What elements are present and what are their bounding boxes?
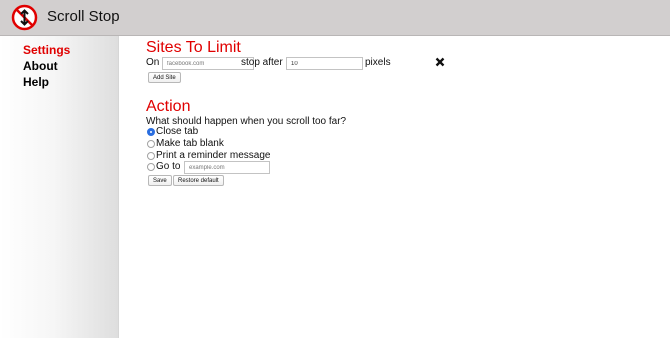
- close-x-icon[interactable]: [435, 57, 445, 67]
- sidebar: Settings About Help: [0, 36, 119, 338]
- app-title: Scroll Stop: [47, 8, 120, 25]
- sidebar-item-settings[interactable]: Settings: [23, 43, 70, 57]
- radio-print-reminder[interactable]: [147, 152, 155, 160]
- option-make-tab-blank-label: Make tab blank: [156, 138, 224, 149]
- stop-after-label: stop after: [241, 57, 283, 68]
- restore-default-button[interactable]: Restore default: [173, 175, 224, 186]
- pixels-input[interactable]: [286, 57, 363, 70]
- option-go-to-label: Go to: [156, 161, 181, 172]
- action-section-title: Action: [146, 98, 191, 115]
- pixels-label: pixels: [365, 57, 391, 68]
- radio-go-to[interactable]: [147, 163, 155, 171]
- app-header: Scroll Stop: [0, 0, 670, 36]
- sidebar-item-about[interactable]: About: [23, 59, 58, 73]
- go-to-url-input[interactable]: [184, 161, 270, 174]
- radio-close-tab[interactable]: [147, 128, 155, 136]
- on-label: On: [146, 57, 160, 68]
- option-close-tab-label: Close tab: [156, 126, 199, 137]
- sites-section-title: Sites To Limit: [146, 39, 241, 56]
- save-button[interactable]: Save: [148, 175, 172, 186]
- add-site-button[interactable]: Add Site: [148, 72, 181, 83]
- option-print-reminder-label: Print a reminder message: [156, 150, 271, 161]
- sidebar-item-help[interactable]: Help: [23, 75, 49, 89]
- no-scroll-sign-icon: [11, 4, 38, 31]
- radio-make-tab-blank[interactable]: [147, 140, 155, 148]
